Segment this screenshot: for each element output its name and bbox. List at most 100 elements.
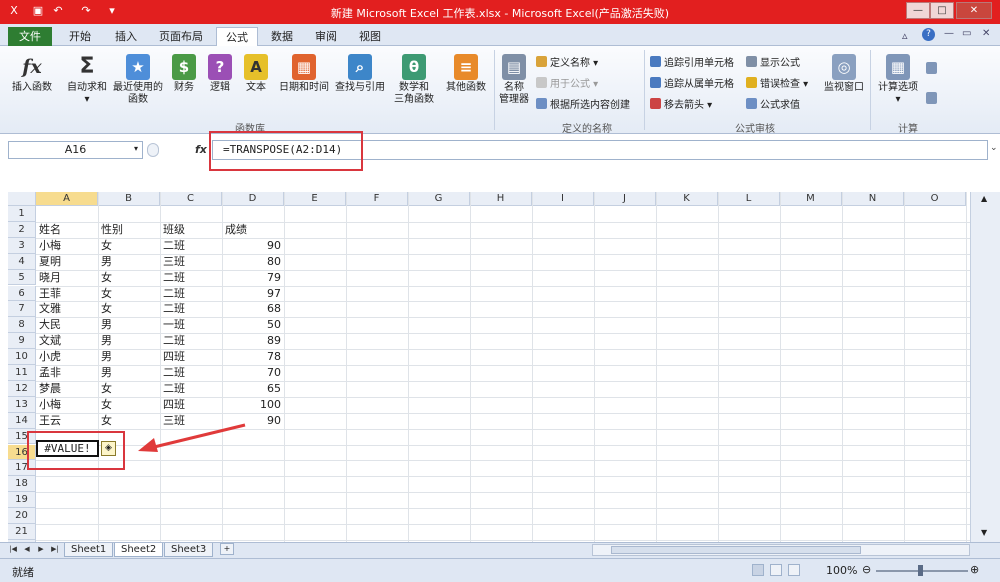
table-cell[interactable]: 女: [101, 270, 157, 286]
table-cell[interactable]: 68: [225, 301, 281, 317]
define-name-button[interactable]: 定义名称 ▾: [536, 56, 598, 71]
column-header[interactable]: M: [780, 192, 842, 206]
table-cell[interactable]: 二班: [163, 365, 219, 381]
table-cell[interactable]: 二班: [163, 301, 219, 317]
table-cell[interactable]: 二班: [163, 286, 219, 302]
table-cell[interactable]: 夏明: [39, 254, 95, 270]
last-sheet-icon[interactable]: ▶|: [50, 543, 60, 556]
tab-formulas[interactable]: 公式: [216, 27, 258, 46]
evaluate-formula-button[interactable]: 公式求值: [746, 98, 800, 113]
calculate-sheet-icon[interactable]: [926, 92, 937, 104]
sheet-tab-2-active[interactable]: Sheet2: [114, 543, 164, 557]
help-icon[interactable]: ?: [922, 28, 935, 41]
watch-window-button[interactable]: ◎ 监视窗口: [820, 54, 868, 94]
undo-icon[interactable]: ↶: [50, 3, 66, 19]
calculation-options-button[interactable]: ▦ 计算选项 ▾: [874, 54, 922, 106]
table-cell[interactable]: 男: [101, 254, 157, 270]
table-cell[interactable]: 二班: [163, 381, 219, 397]
table-cell[interactable]: 78: [225, 349, 281, 365]
column-header[interactable]: I: [532, 192, 594, 206]
row-header[interactable]: 12: [8, 380, 36, 397]
table-cell[interactable]: 梦晨: [39, 381, 95, 397]
vertical-scrollbar[interactable]: ▲ ▼: [970, 192, 1000, 542]
row-header[interactable]: 2: [8, 221, 36, 238]
row-header[interactable]: 14: [8, 412, 36, 429]
tab-home[interactable]: 开始: [60, 27, 100, 46]
insert-sheet-icon[interactable]: +: [220, 543, 234, 555]
prev-sheet-icon[interactable]: ◀: [22, 543, 32, 556]
first-sheet-icon[interactable]: |◀: [8, 543, 18, 556]
excel-app-icon[interactable]: X: [6, 3, 22, 19]
table-cell[interactable]: 四班: [163, 397, 219, 413]
row-header[interactable]: 10: [8, 349, 36, 365]
workbook-close-icon[interactable]: ✕: [982, 28, 990, 39]
tab-data[interactable]: 数据: [262, 27, 302, 46]
use-in-formula-button[interactable]: 用于公式 ▾: [536, 77, 598, 92]
row-header[interactable]: 20: [8, 508, 36, 524]
row-header[interactable]: 7: [8, 301, 36, 318]
show-formulas-button[interactable]: 显示公式: [746, 56, 800, 71]
tab-insert[interactable]: 插入: [106, 27, 146, 46]
row-header[interactable]: 18: [8, 476, 36, 493]
table-cell[interactable]: 男: [101, 349, 157, 365]
table-cell[interactable]: 50: [225, 317, 281, 333]
table-cell[interactable]: 65: [225, 381, 281, 397]
header-cell[interactable]: 成绩: [225, 222, 281, 238]
recently-used-button[interactable]: ★ 最近使用的 函数: [110, 54, 166, 106]
table-cell[interactable]: 小梅: [39, 397, 95, 413]
workbook-restore-icon[interactable]: ▭: [962, 28, 971, 39]
row-header[interactable]: 21: [8, 524, 36, 540]
table-cell[interactable]: 一班: [163, 317, 219, 333]
tab-view[interactable]: 视图: [350, 27, 390, 46]
row-header[interactable]: 19: [8, 492, 36, 509]
column-header[interactable]: L: [718, 192, 780, 206]
scroll-up-icon[interactable]: ▲: [981, 194, 987, 203]
column-header[interactable]: F: [346, 192, 408, 206]
autosum-button[interactable]: Σ 自动求和 ▾: [64, 54, 110, 106]
column-header[interactable]: O: [904, 192, 966, 206]
row-header[interactable]: 13: [8, 396, 36, 413]
sheet-tab-3[interactable]: Sheet3: [164, 543, 214, 557]
create-from-selection-button[interactable]: 根据所选内容创建: [536, 98, 630, 113]
table-cell[interactable]: 男: [101, 365, 157, 381]
table-cell[interactable]: 女: [101, 381, 157, 397]
normal-view-icon[interactable]: [752, 564, 764, 576]
redo-icon[interactable]: ↷: [78, 3, 94, 19]
column-header[interactable]: H: [470, 192, 532, 206]
next-sheet-icon[interactable]: ▶: [36, 543, 46, 556]
tab-review[interactable]: 审阅: [306, 27, 346, 46]
minimize-ribbon-icon[interactable]: ▵: [902, 29, 908, 42]
name-manager-button[interactable]: ▤ 名称 管理器: [496, 54, 532, 106]
row-header[interactable]: 4: [8, 253, 36, 270]
name-box-dropdown-icon[interactable]: ▾: [134, 144, 138, 153]
page-break-view-icon[interactable]: [788, 564, 800, 576]
calculate-now-icon[interactable]: [926, 62, 937, 74]
table-cell[interactable]: 女: [101, 301, 157, 317]
table-cell[interactable]: 小梅: [39, 238, 95, 254]
column-header[interactable]: C: [160, 192, 222, 206]
customize-qat-icon[interactable]: ▾: [104, 3, 120, 19]
more-functions-button[interactable]: ≡ 其他函数: [440, 54, 492, 94]
header-cell[interactable]: 姓名: [39, 222, 95, 238]
tab-file[interactable]: 文件: [8, 27, 52, 46]
logical-button[interactable]: ? 逻辑: [204, 54, 236, 94]
row-header[interactable]: 3: [8, 237, 36, 254]
table-cell[interactable]: 二班: [163, 270, 219, 286]
close-button[interactable]: ✕: [956, 2, 992, 19]
remove-arrows-button[interactable]: 移去箭头 ▾: [650, 98, 712, 113]
insert-function-button[interactable]: fx 插入函数: [8, 54, 56, 94]
table-cell[interactable]: 男: [101, 333, 157, 349]
financial-button[interactable]: $ 财务: [168, 54, 200, 94]
lookup-button[interactable]: ⌕ 查找与引用: [332, 54, 388, 94]
name-box[interactable]: A16: [8, 141, 143, 159]
table-cell[interactable]: 100: [225, 397, 281, 413]
zoom-slider-thumb[interactable]: [918, 565, 923, 576]
table-cell[interactable]: 文斌: [39, 333, 95, 349]
table-cell[interactable]: 女: [101, 397, 157, 413]
row-header[interactable]: 11: [8, 365, 36, 381]
row-header[interactable]: 1: [8, 206, 36, 222]
page-layout-view-icon[interactable]: [770, 564, 782, 576]
table-cell[interactable]: 文雅: [39, 301, 95, 317]
row-header[interactable]: 9: [8, 333, 36, 350]
table-cell[interactable]: 男: [101, 317, 157, 333]
